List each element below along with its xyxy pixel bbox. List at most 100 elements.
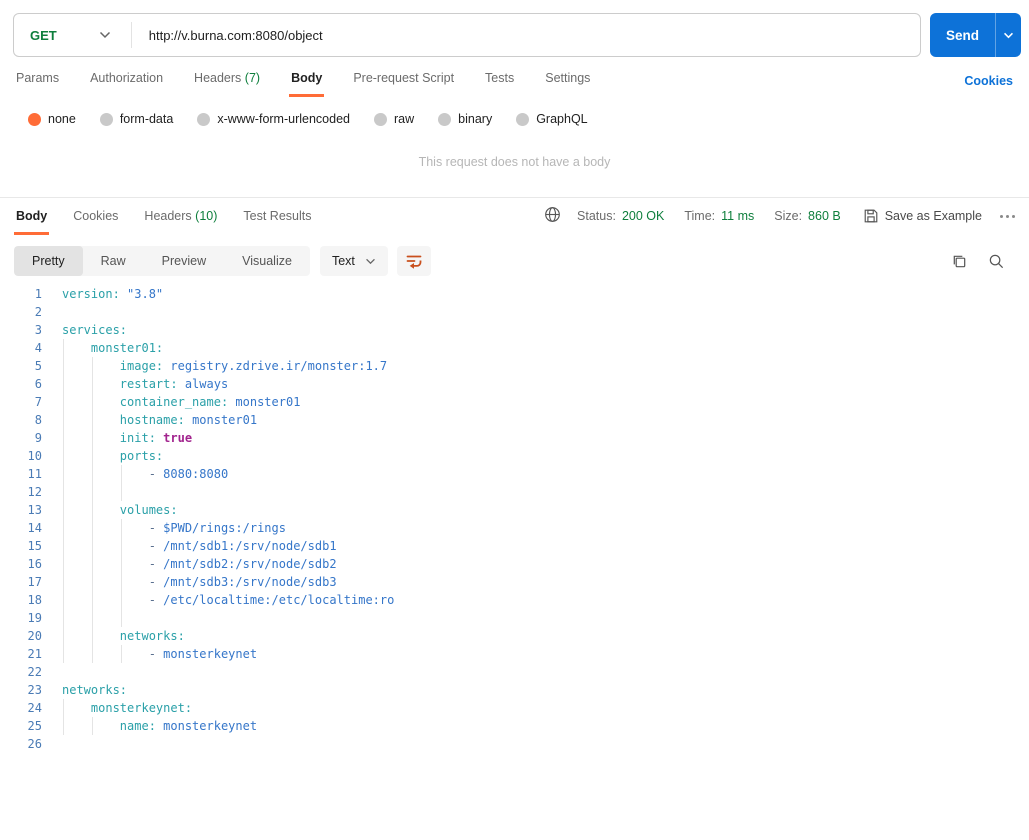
line-number: 3 xyxy=(34,323,42,337)
response-tab-headers[interactable]: Headers (10) xyxy=(142,209,219,235)
line-number: 14 xyxy=(27,521,42,535)
line-number: 9 xyxy=(34,431,42,445)
tab-settings[interactable]: Settings xyxy=(543,71,592,97)
line-number: 26 xyxy=(27,737,42,751)
response-meta: Status: 200 OK Time: 11 ms Size: 860 B S… xyxy=(544,206,1015,235)
view-tab-visualize[interactable]: Visualize xyxy=(224,246,310,276)
indent-guide xyxy=(91,465,93,483)
line-number: 20 xyxy=(27,629,42,643)
send-button-group: Send xyxy=(930,13,1021,57)
code-line: 13 volumes: xyxy=(0,501,1029,519)
indent-guide xyxy=(63,609,64,627)
size-value: 860 B xyxy=(808,209,841,223)
indent-guide xyxy=(63,465,64,483)
indent-guide xyxy=(63,699,64,717)
tab-headers[interactable]: Headers (7) xyxy=(192,71,262,97)
url-input[interactable]: http://v.burna.com:8080/object xyxy=(132,28,323,43)
response-tabs-row: Body Cookies Headers (10) Test Results S… xyxy=(0,198,1029,235)
line-number: 2 xyxy=(34,305,42,319)
indent-guide xyxy=(91,375,93,393)
copy-icon[interactable] xyxy=(951,253,968,270)
indent-guide xyxy=(63,537,64,555)
more-options-button[interactable] xyxy=(1000,214,1015,218)
indent-guide xyxy=(120,483,122,501)
indent-guide xyxy=(91,429,93,447)
radio-selected-icon xyxy=(28,112,41,126)
response-tab-body[interactable]: Body xyxy=(14,209,50,235)
method-selector[interactable]: GET xyxy=(14,28,57,43)
body-mode-x-www-form-urlencoded[interactable]: x-www-form-urlencoded xyxy=(197,112,350,126)
tab-body[interactable]: Body xyxy=(289,71,325,97)
body-mode-graphql[interactable]: GraphQL xyxy=(516,112,588,126)
code-line: 12 xyxy=(0,483,1029,501)
tab-params[interactable]: Params xyxy=(14,71,61,97)
tab-tests[interactable]: Tests xyxy=(483,71,516,97)
indent-guide xyxy=(91,483,93,501)
format-select[interactable]: Text xyxy=(319,246,388,276)
code-line: 6 restart: always xyxy=(0,375,1029,393)
body-mode-form-data[interactable]: form-data xyxy=(99,112,173,126)
line-number: 4 xyxy=(34,341,42,355)
response-tab-cookies[interactable]: Cookies xyxy=(71,209,120,235)
code-line: 8 hostname: monster01 xyxy=(0,411,1029,429)
code-line: 26 xyxy=(0,735,1029,753)
code-line: 19 xyxy=(0,609,1029,627)
code-line: 17 - /mnt/sdb3:/srv/node/sdb3 xyxy=(0,573,1029,591)
indent-guide xyxy=(120,537,122,555)
body-mode-none[interactable]: none xyxy=(28,112,76,126)
view-tab-preview[interactable]: Preview xyxy=(144,246,224,276)
indent-guide xyxy=(91,591,93,609)
line-number: 17 xyxy=(27,575,42,589)
indent-guide xyxy=(91,519,93,537)
body-mode-raw[interactable]: raw xyxy=(374,112,414,126)
indent-guide xyxy=(91,627,93,645)
beautify-button[interactable] xyxy=(396,246,431,276)
response-tab-test-results[interactable]: Test Results xyxy=(241,209,313,235)
indent-guide xyxy=(63,447,64,465)
line-number: 15 xyxy=(27,539,42,553)
indent-guide xyxy=(63,627,64,645)
line-number: 8 xyxy=(34,413,42,427)
radio-icon xyxy=(438,112,452,126)
body-mode-binary[interactable]: binary xyxy=(438,112,492,126)
save-as-example-button[interactable]: Save as Example xyxy=(863,208,982,224)
cookies-link[interactable]: Cookies xyxy=(964,74,1013,97)
code-line: 21 - monsterkeynet xyxy=(0,645,1029,663)
method-chevron-down-icon[interactable] xyxy=(99,31,111,39)
globe-icon[interactable] xyxy=(544,206,561,226)
search-icon[interactable] xyxy=(988,253,1005,270)
response-view-bar: Pretty Raw Preview Visualize Text xyxy=(14,245,1013,277)
save-icon xyxy=(864,209,878,223)
response-body-viewer[interactable]: 1 version: "3.8" 2 3 services: 4 monster01: 5 … xyxy=(0,285,1029,753)
view-mode-tabs: Pretty Raw Preview Visualize xyxy=(14,246,310,276)
indent-guide xyxy=(91,411,93,429)
status-label: Status: xyxy=(577,209,616,223)
indent-guide xyxy=(63,393,64,411)
code-line: 14 - $PWD/rings:/rings xyxy=(0,519,1029,537)
view-tab-raw[interactable]: Raw xyxy=(83,246,144,276)
indent-guide xyxy=(91,447,93,465)
code-line: 24 monsterkeynet: xyxy=(0,699,1029,717)
view-tab-pretty[interactable]: Pretty xyxy=(14,246,83,276)
send-options-chevron-icon[interactable] xyxy=(995,13,1021,57)
line-number: 18 xyxy=(27,593,42,607)
indent-guide xyxy=(63,339,64,357)
code-line: 20 networks: xyxy=(0,627,1029,645)
indent-guide xyxy=(63,717,64,735)
code-line: 1 version: "3.8" xyxy=(0,285,1029,303)
radio-icon xyxy=(99,112,113,126)
indent-guide xyxy=(91,501,93,519)
code-line: 4 monster01: xyxy=(0,339,1029,357)
code-line: 22 xyxy=(0,663,1029,681)
send-button[interactable]: Send xyxy=(930,13,995,57)
radio-icon xyxy=(374,112,387,126)
indent-guide xyxy=(63,555,64,573)
radio-icon xyxy=(197,112,211,126)
tab-pre-request-script[interactable]: Pre-request Script xyxy=(351,71,456,97)
code-block: 1 version: "3.8" 2 3 services: 4 monster01: 5 … xyxy=(0,285,1029,753)
radio-icon xyxy=(516,112,530,126)
tab-authorization[interactable]: Authorization xyxy=(88,71,165,97)
indent-guide xyxy=(63,645,64,663)
indent-guide xyxy=(91,357,93,375)
size-label: Size: xyxy=(774,209,803,223)
